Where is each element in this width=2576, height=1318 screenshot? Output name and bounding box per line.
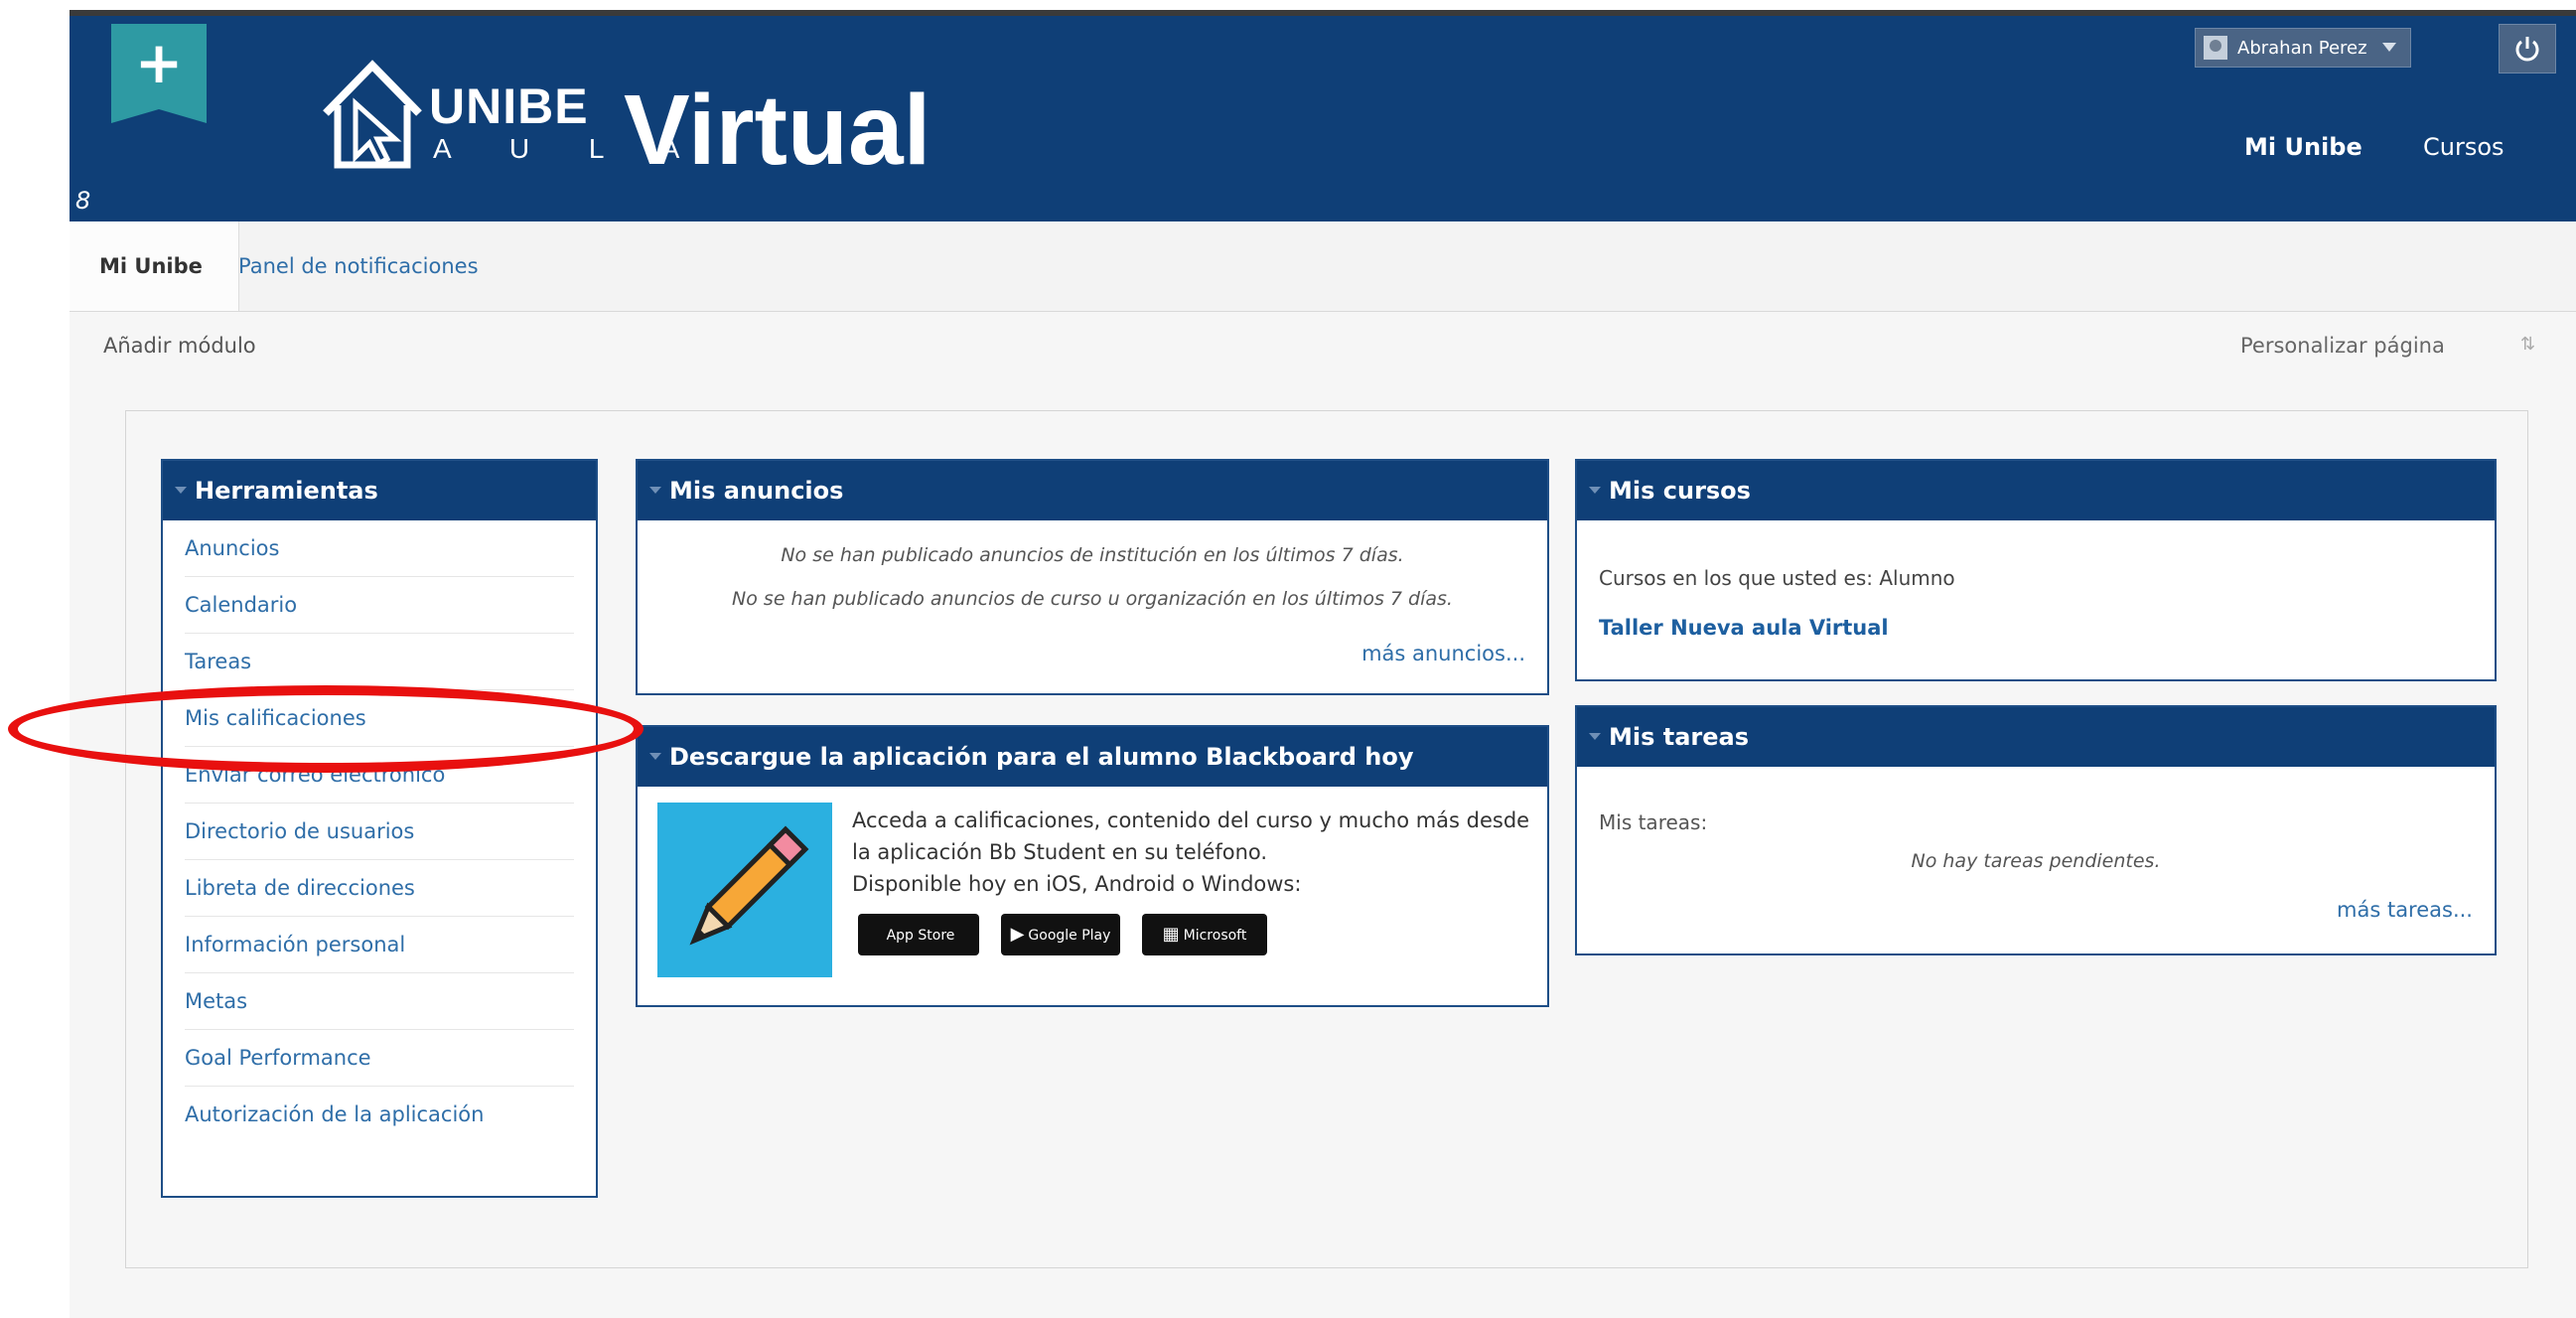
announcements-module: Mis anuncios No se han publicado anuncio… (636, 459, 1549, 695)
play-icon: ▶ (1010, 924, 1025, 945)
user-menu[interactable]: Abrahan Perez (2195, 28, 2411, 68)
more-announcements-link[interactable]: más anuncios... (1361, 642, 1525, 665)
app-description-line: la aplicación Bb Student en su teléfono. (852, 840, 1268, 864)
collapse-icon[interactable] (1589, 733, 1601, 740)
nav-cursos[interactable]: Cursos (2423, 133, 2504, 161)
courses-module-title: Mis cursos (1609, 477, 1751, 505)
site-logo[interactable]: UNIBE A U L A Virtual (318, 46, 930, 186)
tools-item-metas[interactable]: Metas (185, 973, 574, 1030)
app-download-module-title: Descargue la aplicación para el alumno B… (669, 743, 1414, 771)
logo-product: Virtual (624, 74, 931, 186)
tools-item-autorizacion[interactable]: Autorización de la aplicación (185, 1087, 574, 1142)
tasks-module-header[interactable]: Mis tareas (1577, 707, 2495, 767)
collapse-icon[interactable] (1589, 487, 1601, 494)
plus-icon: + (134, 29, 184, 96)
tools-list: Anuncios Calendario Tareas Mis calificac… (163, 520, 596, 1142)
app-store-badge[interactable]: App Store (858, 914, 979, 955)
tasks-module: Mis tareas Mis tareas: No hay tareas pen… (1575, 705, 2497, 955)
avatar (2204, 36, 2227, 60)
chevron-down-icon (2382, 43, 2396, 52)
tools-item-directorio[interactable]: Directorio de usuarios (185, 804, 574, 860)
add-module-button[interactable]: Añadir módulo (103, 334, 256, 358)
house-cursor-icon (323, 60, 422, 169)
tools-item-informacion[interactable]: Información personal (185, 917, 574, 973)
tools-module: Herramientas Anuncios Calendario Tareas … (161, 459, 598, 1198)
tab-bar: Mi Unibe Panel de notificaciones (70, 221, 2576, 312)
more-tasks-link[interactable]: más tareas... (2337, 898, 2473, 922)
pencil-app-icon (657, 803, 832, 977)
tools-item-calendario[interactable]: Calendario (185, 577, 574, 634)
microsoft-store-badge[interactable]: ▦ Microsoft (1142, 914, 1267, 955)
nav-mi-unibe[interactable]: Mi Unibe (2244, 133, 2362, 161)
collapse-icon[interactable] (649, 753, 661, 760)
tools-item-goal-performance[interactable]: Goal Performance (185, 1030, 574, 1087)
quick-add-button[interactable]: + (111, 24, 207, 123)
tools-item-label[interactable]: Calendario (185, 593, 297, 617)
announcements-module-title: Mis anuncios (669, 477, 844, 505)
app-download-module: Descargue la aplicación para el alumno B… (636, 725, 1549, 1007)
tools-item-label[interactable]: Anuncios (185, 536, 279, 560)
app-store-label: App Store (886, 928, 955, 944)
app-description-line: Disponible hoy en iOS, Android o Windows… (852, 872, 1302, 896)
user-name: Abrahan Perez (2237, 38, 2367, 59)
pin-icon[interactable]: 8 (75, 187, 90, 215)
course-role-text: Cursos en los que usted es: Alumno (1599, 566, 1955, 590)
google-play-label: Google Play (1028, 928, 1111, 944)
app-description-line: Acceda a calificaciones, contenido del c… (852, 808, 1530, 832)
header-bar: + 8 UNIBE A U L A Virtual Abrahan Perez … (70, 10, 2576, 221)
power-icon (2515, 37, 2539, 62)
tools-item-libreta[interactable]: Libreta de direcciones (185, 860, 574, 917)
tools-item-label[interactable]: Tareas (185, 650, 251, 673)
logout-button[interactable] (2499, 24, 2556, 73)
announcements-course-empty: No se han publicado anuncios de curso u … (732, 588, 1453, 610)
tools-item-label[interactable]: Metas (185, 989, 247, 1013)
tasks-empty-message: No hay tareas pendientes. (1911, 850, 2161, 872)
courses-module-header[interactable]: Mis cursos (1577, 461, 2495, 520)
microsoft-label: Microsoft (1183, 928, 1247, 944)
collapse-icon[interactable] (649, 487, 661, 494)
announcements-module-header[interactable]: Mis anuncios (638, 461, 1547, 520)
app-window: + 8 UNIBE A U L A Virtual Abrahan Perez … (70, 10, 2576, 1318)
tools-item-tareas[interactable]: Tareas (185, 634, 574, 690)
tools-item-anuncios[interactable]: Anuncios (185, 520, 574, 577)
highlight-ellipse (8, 685, 644, 773)
course-link[interactable]: Taller Nueva aula Virtual (1599, 616, 1889, 640)
tasks-label: Mis tareas: (1599, 810, 1708, 834)
tools-item-label[interactable]: Directorio de usuarios (185, 819, 414, 843)
tools-module-title: Herramientas (195, 477, 378, 505)
tasks-module-title: Mis tareas (1609, 723, 1750, 751)
logo-brand: UNIBE (429, 78, 589, 134)
reorder-icon[interactable]: ⇅ (2520, 334, 2535, 355)
app-description: Acceda a calificaciones, contenido del c… (852, 805, 1529, 900)
google-play-badge[interactable]: ▶ Google Play (1001, 914, 1120, 955)
collapse-icon[interactable] (175, 487, 187, 494)
tools-module-header[interactable]: Herramientas (163, 461, 596, 520)
left-margin (0, 0, 70, 1318)
personalize-page-button[interactable]: Personalizar página (2240, 334, 2445, 358)
windows-icon: ▦ (1162, 924, 1180, 945)
app-download-module-header[interactable]: Descargue la aplicación para el alumno B… (638, 727, 1547, 787)
announcements-institution-empty: No se han publicado anuncios de instituc… (781, 544, 1404, 566)
tools-item-label[interactable]: Información personal (185, 933, 405, 956)
tools-item-label[interactable]: Autorización de la aplicación (185, 1102, 484, 1126)
tools-item-label[interactable]: Libreta de direcciones (185, 876, 415, 900)
tab-panel-notificaciones[interactable]: Panel de notificaciones (209, 221, 508, 311)
tools-item-label[interactable]: Goal Performance (185, 1046, 371, 1070)
courses-module: Mis cursos Cursos en los que usted es: A… (1575, 459, 2497, 681)
top-shadow (70, 10, 2576, 16)
